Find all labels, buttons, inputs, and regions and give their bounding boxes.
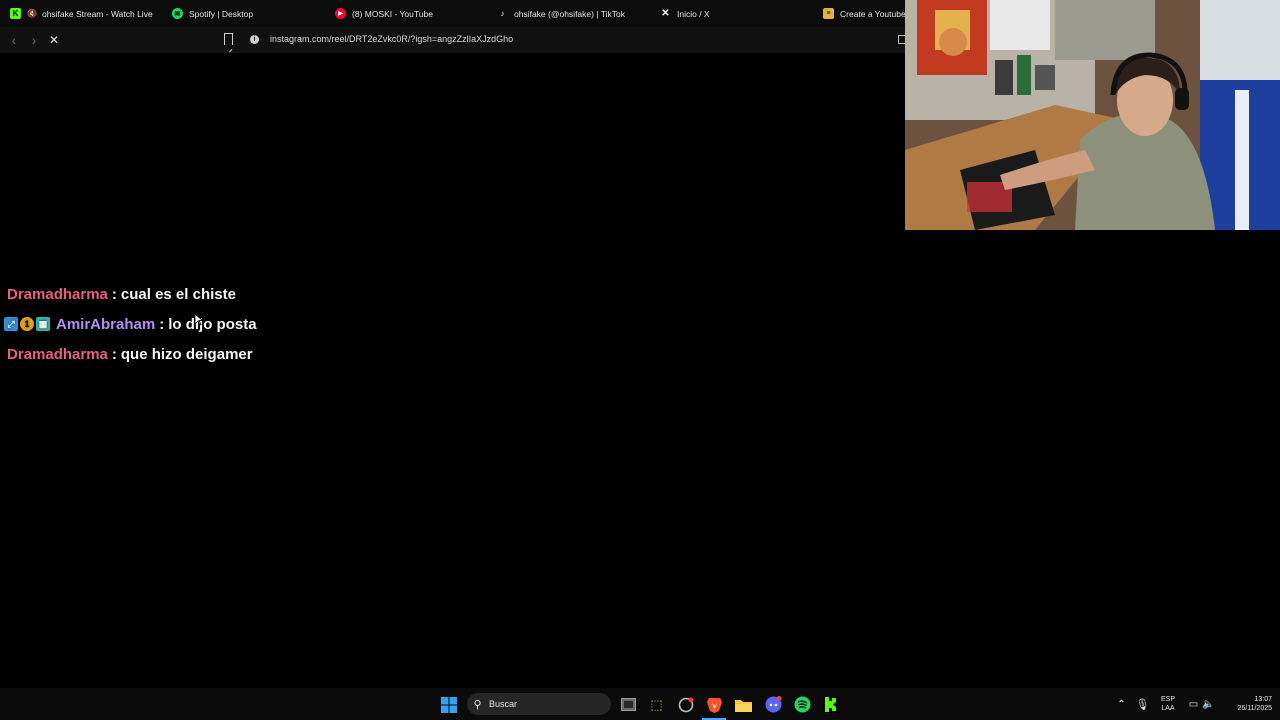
chat-text: lo dijo posta (168, 315, 257, 333)
x-icon: ✕ (661, 8, 670, 19)
tab-spotify[interactable]: ≋ Spotify | Desktop (172, 0, 312, 27)
file-manager-app-icon[interactable]: ⬚ (648, 696, 665, 713)
webcam-overlay (905, 0, 1280, 230)
tab-create-youtubers[interactable]: ≡ Create a Youtubers (823, 0, 905, 27)
forward-icon[interactable]: › (26, 31, 42, 49)
document-icon: ≡ (823, 8, 834, 19)
kick-icon: K (10, 8, 21, 19)
clock-date: 26/11/2025 (1237, 705, 1272, 712)
youtube-icon: ▶ (335, 8, 346, 19)
tiktok-icon: ♪ (500, 9, 505, 18)
chat-username: Dramadharma (7, 345, 108, 363)
address-bar-url[interactable]: instagram.com/reel/DRT2eZvkc0R/?igsh=ang… (270, 34, 513, 44)
stop-loading-icon[interactable]: ✕ (46, 31, 62, 49)
tab-x[interactable]: ✕ Inicio / X (660, 0, 800, 27)
pin-badge-icon: ⤢ (4, 317, 18, 331)
folder-icon[interactable] (735, 696, 752, 713)
tab-youtube[interactable]: ▶ (8) MOSKI - YouTube (335, 0, 475, 27)
chat-message: Dramadharma : que hizo deigamer (7, 342, 253, 366)
tab-label: (8) MOSKI - YouTube (352, 8, 433, 19)
mouse-cursor-icon (195, 314, 203, 326)
tab-label: Create a Youtubers (840, 8, 905, 19)
tab-label: Inicio / X (677, 8, 710, 19)
chat-text: cual es el chiste (120, 285, 236, 303)
volume-icon[interactable]: 🔈 (1200, 696, 1217, 713)
keyboard-layout: LAA (1161, 705, 1175, 712)
tab-label: ohsifake Stream - Watch Live on (41, 8, 155, 19)
windows-taskbar: ⚲ Buscar ⬚ ⌃ 🎙 ESP LAA ▭ 🔈 13:07 26/11/2… (0, 688, 1280, 720)
spotify-taskbar-icon[interactable] (794, 696, 811, 713)
tab-kick-stream[interactable]: K 🔇 ohsifake Stream - Watch Live on (10, 0, 155, 27)
kick-taskbar-icon[interactable] (823, 696, 840, 713)
search-icon: ⚲ (473, 699, 482, 711)
language-code: ESP (1160, 696, 1175, 703)
chat-username: AmirAbraham (56, 315, 156, 333)
chat-separator: : (111, 285, 117, 303)
chat-text: que hizo deigamer (120, 345, 253, 363)
task-view-icon[interactable] (620, 696, 637, 713)
back-icon[interactable]: ‹ (6, 31, 22, 49)
chat-username: Dramadharma (7, 285, 108, 303)
muted-speaker-icon[interactable]: 🔇 (27, 9, 37, 18)
chat-separator: : (111, 345, 117, 363)
chat-message: ⤢ 1 ▦ AmirAbraham : lo dijo posta (4, 312, 257, 336)
tab-label: ohsifake (@ohsifake) | TikTok (514, 8, 625, 19)
bookmark-icon[interactable] (224, 33, 233, 45)
brave-browser-icon[interactable] (706, 696, 723, 713)
spotify-icon: ≋ (172, 8, 183, 19)
chevron-up-icon[interactable]: ⌃ (1113, 696, 1130, 713)
tab-tiktok[interactable]: ♪ ohsifake (@ohsifake) | TikTok (497, 0, 637, 27)
number-one-badge-icon: 1 (20, 317, 34, 331)
chat-message: Dramadharma : cual es el chiste (7, 282, 236, 306)
taskbar-search-placeholder: Buscar (489, 699, 518, 709)
tab-label: Spotify | Desktop (189, 8, 254, 19)
language-indicator[interactable]: ESP LAA (1157, 695, 1179, 713)
site-info-icon[interactable]: i (250, 35, 259, 44)
clock-time: 13:07 (1254, 696, 1272, 703)
clock[interactable]: 13:07 26/11/2025 (1222, 695, 1272, 713)
microphone-icon[interactable]: 🎙 (1134, 696, 1151, 713)
grid-badge-icon: ▦ (36, 317, 50, 331)
webcam-feed-image (905, 0, 1280, 230)
discord-icon[interactable] (765, 696, 782, 713)
copilot-icon[interactable] (677, 696, 694, 713)
windows-start-icon[interactable] (440, 696, 457, 713)
chat-separator: : (159, 315, 165, 333)
